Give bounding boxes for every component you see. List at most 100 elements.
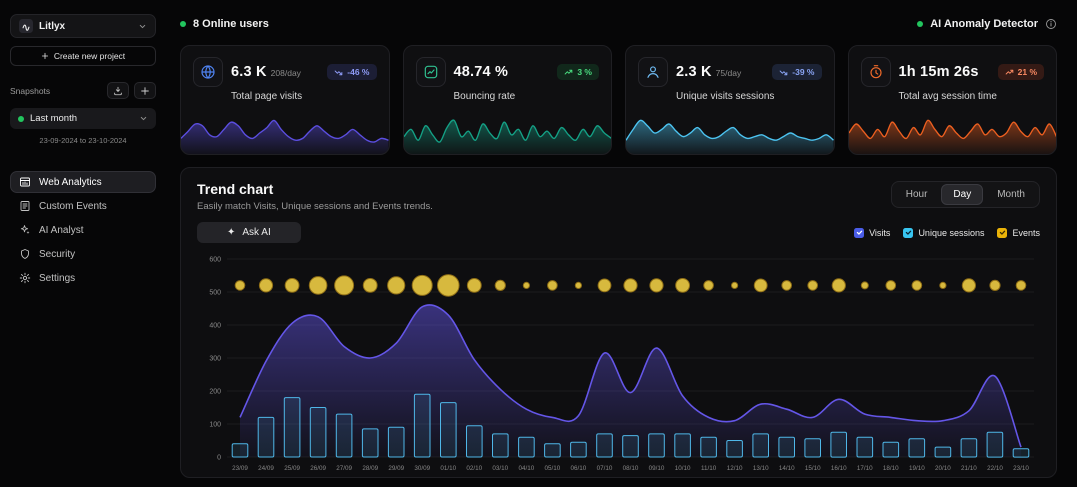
download-icon — [113, 86, 123, 96]
legend-item-unique-sessions[interactable]: Unique sessions — [903, 228, 984, 238]
trend-down-icon — [334, 68, 343, 77]
snapshot-period-value: Last month — [30, 113, 133, 124]
trend-panel: Trend chart Easily match Visits, Unique … — [180, 167, 1057, 478]
ask-ai-button[interactable]: ✦ Ask AI — [197, 222, 301, 243]
check-icon — [905, 229, 912, 236]
anomaly-status-dot — [917, 21, 923, 27]
stat-label: Bouncing rate — [454, 91, 612, 102]
legend-item-visits[interactable]: Visits — [854, 228, 890, 238]
svg-text:18/10: 18/10 — [883, 465, 899, 472]
range-segmented-control: Hour Day Month — [891, 181, 1040, 208]
snapshots-label: Snapshots — [10, 86, 102, 96]
svg-text:24/09: 24/09 — [258, 465, 274, 472]
svg-text:21/10: 21/10 — [961, 465, 977, 472]
stat-card-avg-session-time: 1h 15m 26s 21 % Total avg session time — [848, 45, 1058, 155]
sidebar-item-label: Settings — [39, 273, 75, 284]
sidebar-item-security[interactable]: Security — [10, 243, 156, 265]
stat-badge: 3 % — [557, 64, 599, 80]
stat-label: Total avg session time — [899, 91, 1057, 102]
svg-text:30/09: 30/09 — [414, 465, 430, 472]
settings-icon — [19, 272, 31, 284]
stat-per-day: 208/day — [271, 68, 301, 78]
range-button-day[interactable]: Day — [941, 184, 983, 205]
svg-text:06/10: 06/10 — [571, 465, 587, 472]
svg-text:14/10: 14/10 — [779, 465, 795, 472]
svg-text:200: 200 — [209, 389, 221, 396]
trend-chart[interactable]: 010020030040050060023/0924/0925/0926/092… — [197, 251, 1040, 473]
svg-text:100: 100 — [209, 422, 221, 429]
sidebar-item-web-analytics[interactable]: Web Analytics — [10, 171, 156, 193]
snapshot-date-range: 23-09-2024 to 23-10-2024 — [10, 136, 156, 145]
svg-text:27/09: 27/09 — [336, 465, 352, 472]
sidebar-item-label: Web Analytics — [39, 177, 102, 188]
visits-checkbox[interactable] — [854, 228, 864, 238]
svg-text:17/10: 17/10 — [857, 465, 873, 472]
unique-sessions-checkbox[interactable] — [903, 228, 913, 238]
sidebar-item-settings[interactable]: Settings — [10, 267, 156, 289]
project-name: Litlyx — [39, 21, 132, 32]
chart-legend: Visits Unique sessions Events — [854, 228, 1040, 238]
card-sparkline-0 — [181, 110, 389, 154]
stat-badge: -46 % — [327, 64, 376, 80]
download-snapshot-button[interactable] — [107, 82, 129, 99]
card-sparkline-3 — [849, 110, 1057, 154]
stat-badge: -39 % — [772, 64, 821, 80]
chevron-down-icon — [139, 114, 148, 123]
svg-text:300: 300 — [209, 356, 221, 363]
create-project-button[interactable]: Create new project — [10, 46, 156, 66]
trend-chart-svg: 010020030040050060023/0924/0925/0926/092… — [197, 251, 1042, 473]
svg-text:05/10: 05/10 — [545, 465, 561, 472]
sidebar-nav: Web Analytics Custom Events AI Analyst S… — [10, 171, 156, 289]
svg-text:15/10: 15/10 — [805, 465, 821, 472]
stat-card-bouncing-rate: 48.74 % 3 % Bouncing rate — [403, 45, 613, 155]
stat-value: 1h 15m 26s — [899, 64, 979, 80]
svg-text:02/10: 02/10 — [466, 465, 482, 472]
bounce-icon — [416, 57, 446, 87]
stat-value: 2.3 K — [676, 64, 712, 80]
range-button-month[interactable]: Month — [985, 184, 1037, 205]
trend-up-icon — [564, 68, 573, 77]
trend-subtitle: Easily match Visits, Unique sessions and… — [197, 201, 433, 212]
stat-label: Total page visits — [231, 91, 389, 102]
info-icon[interactable] — [1045, 18, 1057, 30]
snapshot-period-select[interactable]: Last month — [10, 108, 156, 129]
trend-down-icon — [779, 68, 788, 77]
project-selector[interactable]: Litlyx — [10, 14, 156, 38]
stat-cards-row: 6.3 K 208/day -46 % Total page visits 4 — [180, 45, 1057, 155]
sidebar-item-label: AI Analyst — [39, 225, 83, 236]
sidebar-item-ai-analyst[interactable]: AI Analyst — [10, 219, 156, 241]
chevron-down-icon — [138, 22, 147, 31]
svg-text:28/09: 28/09 — [362, 465, 378, 472]
svg-text:22/10: 22/10 — [987, 465, 1003, 472]
sparkle-icon: ✦ — [227, 227, 235, 238]
card-sparkline-1 — [404, 110, 612, 154]
add-snapshot-button[interactable] — [134, 82, 156, 99]
anomaly-detector-label: AI Anomaly Detector — [930, 18, 1038, 30]
events-checkbox[interactable] — [997, 228, 1007, 238]
svg-text:23/10: 23/10 — [1013, 465, 1029, 472]
check-icon — [856, 229, 863, 236]
custom-events-icon — [19, 200, 31, 212]
svg-text:20/10: 20/10 — [935, 465, 951, 472]
sidebar: Litlyx Create new project Snapshots Last… — [0, 0, 166, 487]
person-icon — [638, 57, 668, 87]
trend-up-icon — [1005, 68, 1014, 77]
card-sparkline-2 — [626, 110, 834, 154]
check-icon — [999, 229, 1006, 236]
sidebar-item-custom-events[interactable]: Custom Events — [10, 195, 156, 217]
legend-item-events[interactable]: Events — [997, 228, 1040, 238]
stat-badge: 21 % — [998, 64, 1044, 80]
svg-text:23/09: 23/09 — [232, 465, 248, 472]
range-button-hour[interactable]: Hour — [894, 184, 940, 205]
stat-value: 6.3 K — [231, 64, 267, 80]
svg-text:12/10: 12/10 — [727, 465, 743, 472]
svg-text:08/10: 08/10 — [623, 465, 639, 472]
stat-card-unique-sessions: 2.3 K 75/day -39 % Unique visits session… — [625, 45, 835, 155]
sidebar-item-label: Custom Events — [39, 201, 107, 212]
web-analytics-icon — [19, 176, 31, 188]
stat-card-total-page-visits: 6.3 K 208/day -46 % Total page visits — [180, 45, 390, 155]
security-icon — [19, 248, 31, 260]
sidebar-item-label: Security — [39, 249, 75, 260]
svg-text:25/09: 25/09 — [284, 465, 300, 472]
stat-label: Unique visits sessions — [676, 91, 834, 102]
